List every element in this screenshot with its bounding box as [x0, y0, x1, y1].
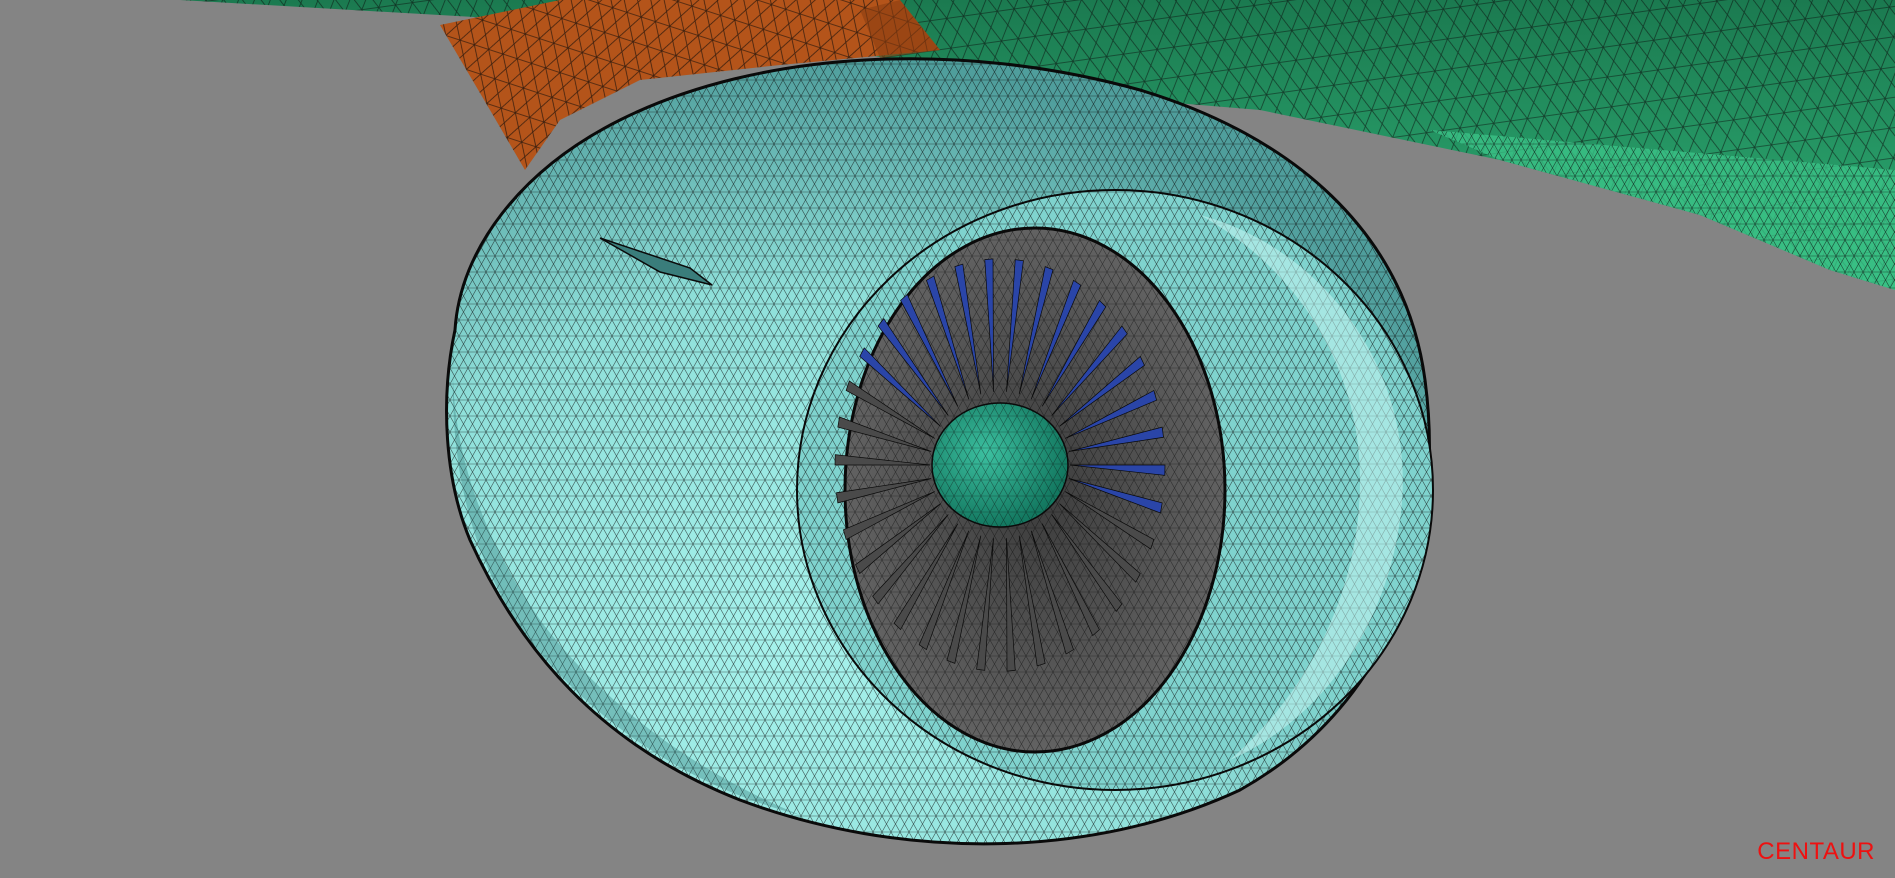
centaur-watermark: CENTAUR — [1757, 838, 1875, 865]
spinner-cone — [931, 402, 1069, 528]
mesh-render-viewport[interactable]: CENTAUR — [0, 0, 1895, 878]
engine-surface-mesh — [180, 0, 1895, 846]
